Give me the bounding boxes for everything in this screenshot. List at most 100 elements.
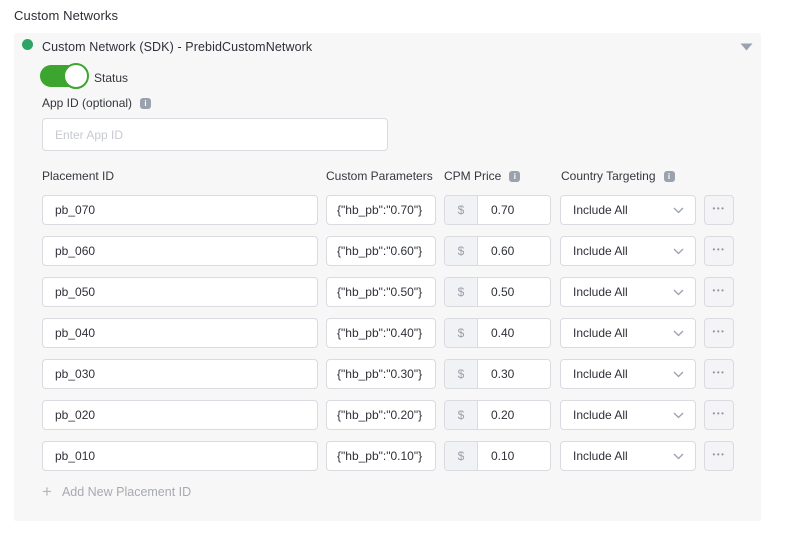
status-label: Status bbox=[94, 71, 128, 85]
country-targeting-value: Include All bbox=[573, 408, 628, 422]
status-toggle[interactable] bbox=[40, 65, 86, 87]
currency-symbol: $ bbox=[445, 319, 478, 347]
more-options-button[interactable]: ••• bbox=[704, 318, 734, 348]
placement-id-input[interactable] bbox=[42, 277, 318, 307]
placement-id-input[interactable] bbox=[42, 441, 318, 471]
country-targeting-value: Include All bbox=[573, 367, 628, 381]
ellipsis-icon: ••• bbox=[713, 287, 726, 295]
more-options-button[interactable]: ••• bbox=[704, 400, 734, 430]
cpm-price-group: $ bbox=[444, 359, 551, 389]
app-id-input[interactable] bbox=[42, 118, 388, 151]
placement-id-input[interactable] bbox=[42, 236, 318, 266]
country-targeting-select[interactable]: Include All bbox=[560, 400, 696, 430]
ellipsis-icon: ••• bbox=[713, 410, 726, 418]
chevron-down-icon bbox=[673, 371, 684, 378]
cpm-price-group: $ bbox=[444, 318, 551, 348]
country-targeting-select[interactable]: Include All bbox=[560, 236, 696, 266]
add-placement-button[interactable]: + Add New Placement ID bbox=[42, 485, 191, 499]
country-targeting-value: Include All bbox=[573, 203, 628, 217]
custom-parameters-input[interactable] bbox=[326, 441, 436, 471]
cpm-price-input[interactable] bbox=[478, 278, 550, 306]
custom-network-card: Custom Network (SDK) - PrebidCustomNetwo… bbox=[14, 33, 761, 521]
custom-parameters-input[interactable] bbox=[326, 277, 436, 307]
cpm-price-input[interactable] bbox=[478, 442, 550, 470]
cpm-price-input[interactable] bbox=[478, 360, 550, 388]
placement-row: $ Include All ••• bbox=[42, 277, 734, 307]
country-targeting-select[interactable]: Include All bbox=[560, 195, 696, 225]
country-targeting-value: Include All bbox=[573, 285, 628, 299]
page-title: Custom Networks bbox=[14, 8, 118, 23]
ellipsis-icon: ••• bbox=[713, 369, 726, 377]
app-id-label-row: App ID (optional) i bbox=[42, 96, 151, 110]
column-label: CPM Price bbox=[444, 169, 501, 183]
more-options-button[interactable]: ••• bbox=[704, 236, 734, 266]
country-targeting-select[interactable]: Include All bbox=[560, 277, 696, 307]
custom-parameters-input[interactable] bbox=[326, 318, 436, 348]
currency-symbol: $ bbox=[445, 278, 478, 306]
country-targeting-value: Include All bbox=[573, 326, 628, 340]
chevron-down-icon bbox=[673, 330, 684, 337]
placement-row: $ Include All ••• bbox=[42, 359, 734, 389]
placement-id-input[interactable] bbox=[42, 318, 318, 348]
collapse-chevron-icon[interactable] bbox=[740, 43, 753, 51]
placement-row: $ Include All ••• bbox=[42, 318, 734, 348]
custom-parameters-input[interactable] bbox=[326, 195, 436, 225]
column-label: Country Targeting bbox=[561, 169, 656, 183]
country-targeting-select[interactable]: Include All bbox=[560, 441, 696, 471]
more-options-button[interactable]: ••• bbox=[704, 195, 734, 225]
cpm-price-input[interactable] bbox=[478, 196, 550, 224]
placement-id-input[interactable] bbox=[42, 195, 318, 225]
currency-symbol: $ bbox=[445, 196, 478, 224]
chevron-down-icon bbox=[673, 412, 684, 419]
placement-rows: $ Include All ••• $ Include All ••• bbox=[42, 195, 734, 482]
cpm-price-input[interactable] bbox=[478, 319, 550, 347]
ellipsis-icon: ••• bbox=[713, 246, 726, 254]
info-icon[interactable]: i bbox=[140, 98, 151, 109]
column-header-custom-parameters: Custom Parameters bbox=[326, 169, 433, 183]
cpm-price-group: $ bbox=[444, 195, 551, 225]
more-options-button[interactable]: ••• bbox=[704, 441, 734, 471]
placement-row: $ Include All ••• bbox=[42, 195, 734, 225]
country-targeting-select[interactable]: Include All bbox=[560, 318, 696, 348]
country-targeting-value: Include All bbox=[573, 244, 628, 258]
cpm-price-input[interactable] bbox=[478, 401, 550, 429]
custom-parameters-input[interactable] bbox=[326, 400, 436, 430]
ellipsis-icon: ••• bbox=[713, 205, 726, 213]
currency-symbol: $ bbox=[445, 360, 478, 388]
chevron-down-icon bbox=[673, 207, 684, 214]
chevron-down-icon bbox=[673, 248, 684, 255]
column-label: Placement ID bbox=[42, 169, 114, 183]
placement-id-input[interactable] bbox=[42, 359, 318, 389]
placement-id-input[interactable] bbox=[42, 400, 318, 430]
more-options-button[interactable]: ••• bbox=[704, 359, 734, 389]
app-id-label: App ID (optional) bbox=[42, 96, 132, 110]
status-indicator-dot bbox=[22, 39, 33, 50]
cpm-price-group: $ bbox=[444, 277, 551, 307]
column-label: Custom Parameters bbox=[326, 169, 433, 183]
info-icon[interactable]: i bbox=[664, 171, 675, 182]
cpm-price-group: $ bbox=[444, 400, 551, 430]
country-targeting-select[interactable]: Include All bbox=[560, 359, 696, 389]
add-placement-label: Add New Placement ID bbox=[62, 485, 191, 499]
ellipsis-icon: ••• bbox=[713, 451, 726, 459]
currency-symbol: $ bbox=[445, 237, 478, 265]
placement-row: $ Include All ••• bbox=[42, 441, 734, 471]
currency-symbol: $ bbox=[445, 442, 478, 470]
plus-icon: + bbox=[42, 485, 52, 499]
cpm-price-group: $ bbox=[444, 236, 551, 266]
custom-parameters-input[interactable] bbox=[326, 236, 436, 266]
chevron-down-icon bbox=[673, 289, 684, 296]
network-title: Custom Network (SDK) - PrebidCustomNetwo… bbox=[42, 40, 312, 54]
placement-row: $ Include All ••• bbox=[42, 400, 734, 430]
toggle-knob bbox=[63, 63, 89, 89]
cpm-price-input[interactable] bbox=[478, 237, 550, 265]
cpm-price-group: $ bbox=[444, 441, 551, 471]
column-header-cpm-price: CPM Price i bbox=[444, 169, 520, 183]
info-icon[interactable]: i bbox=[509, 171, 520, 182]
placement-row: $ Include All ••• bbox=[42, 236, 734, 266]
column-header-country-targeting: Country Targeting i bbox=[561, 169, 675, 183]
custom-parameters-input[interactable] bbox=[326, 359, 436, 389]
chevron-down-icon bbox=[673, 453, 684, 460]
more-options-button[interactable]: ••• bbox=[704, 277, 734, 307]
country-targeting-value: Include All bbox=[573, 449, 628, 463]
